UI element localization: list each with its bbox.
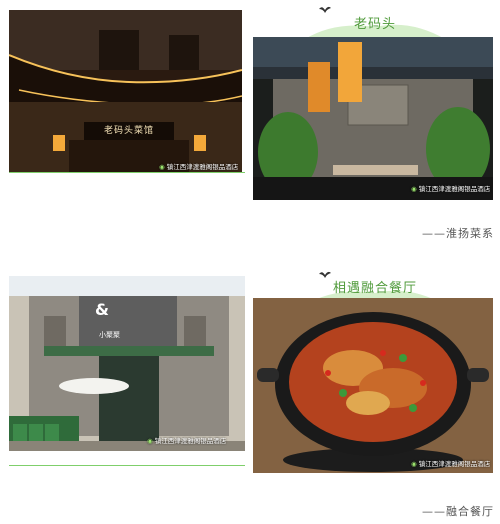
photo-watermark: 镇江西津渡雅阁银品酒店 bbox=[147, 435, 227, 445]
photo-watermark: 镇江西津渡雅阁银品酒店 bbox=[159, 161, 239, 171]
section-caption: ——融合餐厅 bbox=[422, 505, 494, 518]
photo-watermark: 镇江西津渡雅阁银品酒店 bbox=[411, 183, 491, 193]
divider-line bbox=[9, 465, 245, 466]
photo-old-wharf-facade: 老码头菜馆 镇江西津渡雅阁银品酒店 bbox=[9, 10, 242, 173]
section-title-old-wharf: 老码头 bbox=[353, 17, 396, 32]
photo-old-wharf-interior: 镇江西津渡雅阁银品酒店 bbox=[253, 37, 493, 200]
restaurant-sign: 老码头菜馆 bbox=[103, 126, 154, 136]
section-title-fusion: 相遇融合餐厅 bbox=[332, 281, 417, 296]
photo-fusion-dish: 镇江西津渡雅阁银品酒店 bbox=[253, 298, 493, 473]
fusion-logo: & bbox=[95, 300, 109, 319]
fusion-sign-text: 小聚聚 bbox=[99, 331, 120, 339]
photo-watermark: 镇江西津渡雅阁银品酒店 bbox=[411, 458, 491, 468]
section-caption: ——淮扬菜系 bbox=[422, 227, 494, 240]
photo-fusion-facade: & 小聚聚 镇江西津渡雅阁银品酒店 bbox=[9, 276, 245, 451]
divider-line bbox=[9, 172, 245, 173]
